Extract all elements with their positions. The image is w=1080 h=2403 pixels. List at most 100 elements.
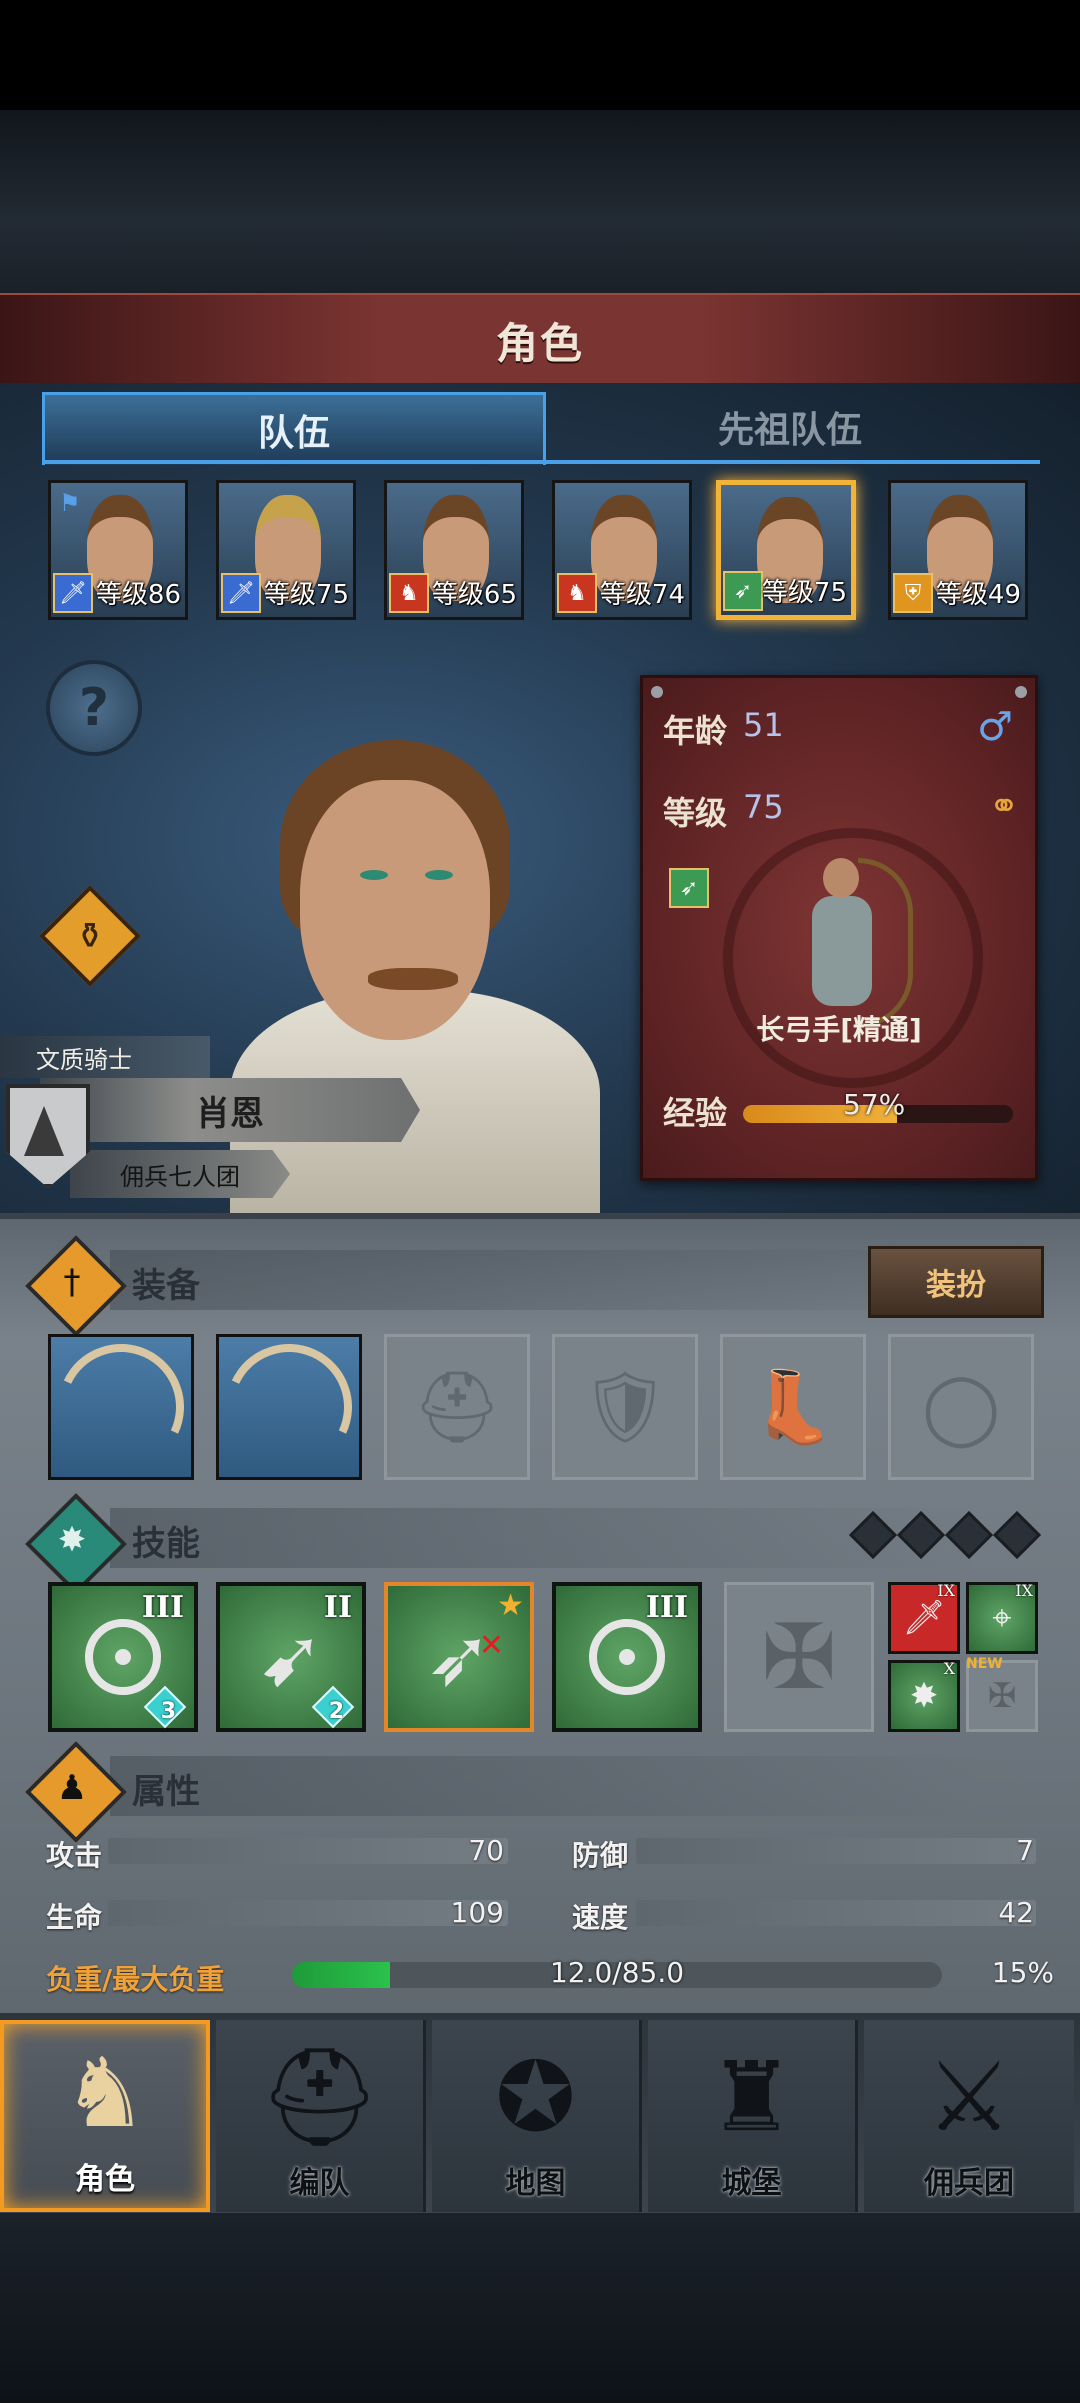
skills-band xyxy=(110,1508,980,1568)
skill-slot-empty[interactable]: ✠ xyxy=(724,1582,874,1732)
rivet xyxy=(1015,686,1027,698)
equip-slot-helmet[interactable]: ⛑ xyxy=(384,1334,530,1480)
skill-slot-3-selected[interactable]: ➶ ★ ✕ xyxy=(384,1582,534,1732)
nav-castle[interactable]: ♜ 城堡 xyxy=(648,2020,858,2212)
boots-icon: 👢 xyxy=(749,1365,837,1448)
skill-slot-4[interactable]: III xyxy=(552,1582,702,1732)
page-header: 角色 xyxy=(0,293,1080,387)
flag-icon: ⚑ xyxy=(59,489,81,517)
dress-up-button[interactable]: 装扮 xyxy=(868,1246,1044,1318)
equip-slot-offhand[interactable] xyxy=(208,1326,370,1488)
skill-slot-1[interactable]: III 3 xyxy=(48,1582,198,1732)
potion-button[interactable]: ⚱ xyxy=(39,885,141,987)
age-label: 年龄 xyxy=(663,712,728,750)
compass-icon: ✪ xyxy=(495,2041,576,2153)
helmet-icon: ⛑ xyxy=(412,1365,502,1448)
class-name: 长弓手[精通] xyxy=(756,1013,922,1046)
status-bar-area xyxy=(0,0,1080,110)
load-value: 12.0/85.0 xyxy=(549,1956,685,1989)
hero-portrait-3[interactable]: ♞ 等级65 xyxy=(384,480,524,620)
armor-icon: 🛡 xyxy=(580,1365,670,1448)
target-arrow-icon xyxy=(85,1619,161,1695)
nav-label: 地图 xyxy=(505,2166,566,2201)
hero-level: 等级49 xyxy=(935,580,1021,610)
page-title: 角色 xyxy=(495,318,584,368)
nav-label: 城堡 xyxy=(721,2166,782,2201)
equip-slot-armor[interactable]: 🛡 xyxy=(552,1334,698,1480)
attack-value: 70 xyxy=(468,1834,504,1867)
load-percent: 15% xyxy=(991,1956,1054,1989)
tab-team[interactable]: 队伍 xyxy=(42,392,546,465)
shield-icon: ⛨ xyxy=(893,573,933,613)
person-icon: ♟ xyxy=(56,1768,88,1808)
burst-icon: ✸ xyxy=(57,1520,87,1560)
speed-value: 42 xyxy=(998,1896,1034,1929)
nav-map[interactable]: ✪ 地图 xyxy=(432,2020,642,2212)
skills-title: 技能 xyxy=(132,1524,200,1564)
bow-icon: ➶ xyxy=(723,571,763,611)
skill-slot-2[interactable]: ➹ II 2 xyxy=(216,1582,366,1732)
ring-icon: ⚭ xyxy=(988,786,1019,827)
banner-icon: ⚔ xyxy=(925,2041,1013,2153)
nav-mercenary[interactable]: ⚔ 佣兵团 xyxy=(864,2020,1074,2212)
equip-slot-ring[interactable]: ◯ xyxy=(888,1334,1034,1480)
horse-icon: ♞ xyxy=(557,573,597,613)
passive-skill-3[interactable]: ✸ X xyxy=(888,1659,960,1732)
attributes-title: 属性 xyxy=(132,1772,200,1812)
archer-figure xyxy=(788,858,913,1028)
skill-badge-count: 3 xyxy=(160,1699,176,1724)
passive-tier: X xyxy=(943,1659,955,1678)
portrait-eye xyxy=(360,870,388,880)
equipment-band xyxy=(110,1250,980,1310)
age-value: 51 xyxy=(743,706,784,744)
dagger-icon: † xyxy=(63,1262,81,1302)
equip-slot-boots[interactable]: 👢 xyxy=(720,1334,866,1480)
hero-portrait-2[interactable]: 🗡 等级75 xyxy=(216,480,356,620)
nav-label: 角色 xyxy=(75,2162,135,2197)
sword-icon: 🗡 xyxy=(902,1598,946,1638)
castle-icon: ♜ xyxy=(708,2041,795,2153)
nav-formation[interactable]: ⛑ 编队 xyxy=(216,2020,426,2212)
equip-slot-weapon[interactable] xyxy=(40,1326,202,1488)
bottom-background xyxy=(0,2213,1080,2403)
skill-tier: III xyxy=(141,1590,184,1625)
cross-icon: ✠ xyxy=(987,1676,1017,1716)
sword-icon: 🗡 xyxy=(221,573,261,613)
nav-label: 佣兵团 xyxy=(924,2166,1014,2201)
crosshair-icon: ⌖ xyxy=(992,1598,1012,1638)
helmet-icon: ⛑ xyxy=(258,2041,381,2153)
defense-label: 防御 xyxy=(572,1839,629,1872)
portrait-mustache xyxy=(368,968,458,990)
passive-skill-2[interactable]: ⌖ IX xyxy=(966,1581,1038,1654)
character-rank: 文质骑士 xyxy=(0,1036,210,1078)
nav-character[interactable]: ♞ 角色 xyxy=(0,2020,210,2212)
hero-portrait-5-selected[interactable]: ➶ 等级75 xyxy=(716,480,856,620)
skill-tier: III xyxy=(645,1590,688,1625)
skill-tier: II xyxy=(323,1590,352,1625)
passive-skill-1[interactable]: 🗡 IX xyxy=(888,1581,960,1654)
male-icon: ♂ xyxy=(977,704,1013,750)
longbow-icon xyxy=(40,1326,202,1488)
exp-percent: 57% xyxy=(843,1088,906,1121)
burst-icon: ✸ xyxy=(909,1676,939,1716)
question-icon: ? xyxy=(78,678,110,738)
tab-ancestor-team[interactable]: 先祖队伍 xyxy=(540,392,1040,462)
ring-slot-icon: ◯ xyxy=(921,1366,1001,1448)
rivet xyxy=(651,686,663,698)
target-crosshair-icon xyxy=(589,1619,665,1695)
potion-icon: ⚱ xyxy=(74,915,106,957)
hero-portrait-1[interactable]: ⚑ 🗡 等级86 xyxy=(48,480,188,620)
star-icon: ★ xyxy=(497,1588,524,1623)
character-info-card: 年龄 51 ♂ 等级 75 ⚭ ➶ 长弓手[精通] 经验 57% xyxy=(640,675,1038,1181)
crossbow-icon: ➹ xyxy=(257,1610,325,1704)
help-button[interactable]: ? xyxy=(46,660,142,756)
top-background xyxy=(0,110,1080,295)
hero-portrait-4[interactable]: ♞ 等级74 xyxy=(552,480,692,620)
hp-label: 生命 xyxy=(46,1901,103,1934)
hero-portrait-6[interactable]: ⛨ 等级49 xyxy=(888,480,1028,620)
load-label: 负重/最大负重 xyxy=(46,1963,225,1996)
character-guild: 佣兵七人团 xyxy=(70,1150,290,1198)
portrait-head xyxy=(300,780,490,1040)
longbow-icon xyxy=(208,1326,370,1488)
defense-value: 7 xyxy=(1016,1834,1034,1867)
